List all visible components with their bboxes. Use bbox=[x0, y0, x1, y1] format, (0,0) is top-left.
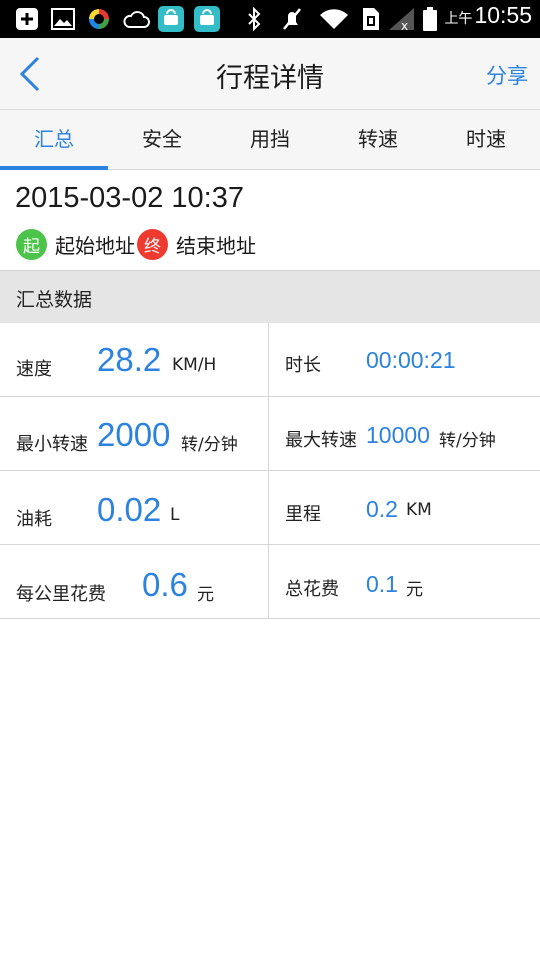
colorful-app-icon bbox=[86, 6, 112, 32]
tab-safety[interactable]: 安全 bbox=[108, 110, 216, 169]
tab-gear[interactable]: 用挡 bbox=[216, 110, 324, 169]
stat-label: 油耗 bbox=[16, 509, 52, 530]
stat-value: 10000 bbox=[366, 422, 430, 448]
add-box-icon bbox=[14, 6, 40, 32]
stat-cell-speed: 速度 28.2 KM/H bbox=[0, 323, 269, 396]
stat-cell-duration: 时长 00:00:21 bbox=[269, 323, 540, 396]
stat-label: 时长 bbox=[285, 355, 321, 376]
tab-rpm[interactable]: 转速 bbox=[324, 110, 432, 169]
tab-summary[interactable]: 汇总 bbox=[0, 110, 108, 170]
section-title: 汇总数据 bbox=[16, 289, 93, 311]
sim-icon bbox=[360, 6, 382, 32]
stat-value: 0.1 bbox=[366, 571, 398, 597]
stat-cell-total-cost: 总花费 0.1 元 bbox=[269, 545, 540, 618]
huawei-app-icon bbox=[158, 6, 184, 32]
stat-unit: 元 bbox=[406, 580, 423, 600]
wifi-icon bbox=[318, 6, 350, 32]
image-icon bbox=[50, 6, 76, 32]
summary-section-header: 汇总数据 bbox=[0, 270, 540, 323]
stat-unit: 转/分钟 bbox=[181, 435, 238, 455]
stat-unit: L bbox=[170, 505, 180, 525]
start-badge: 起 bbox=[16, 228, 47, 260]
clock-ampm: 上午 bbox=[444, 11, 473, 27]
stat-label: 总花费 bbox=[285, 579, 339, 600]
bluetooth-icon bbox=[244, 6, 264, 32]
stat-value: 2000 bbox=[97, 416, 171, 453]
title-bar: 行程详情 分享 bbox=[0, 38, 540, 110]
end-address: 结束地址 bbox=[176, 233, 256, 258]
stat-unit: 元 bbox=[197, 585, 214, 605]
stat-value: 0.6 bbox=[142, 566, 188, 603]
stat-value: 0.2 bbox=[366, 496, 398, 522]
trip-info: 2015-03-02 10:37 起 起始地址 终 结束地址 bbox=[0, 170, 540, 270]
stat-cell-mileage: 里程 0.2 KM bbox=[269, 471, 540, 544]
stat-cell-max-rpm: 最大转速 10000 转/分钟 bbox=[269, 397, 540, 470]
stat-cell-cost-per-km: 每公里花费 0.6 元 bbox=[0, 545, 269, 618]
summary-grid: 速度 28.2 KM/H 时长 00:00:21 最小转速 2000 转/分钟 … bbox=[0, 323, 540, 619]
address-row: 起 起始地址 终 结束地址 bbox=[16, 228, 258, 260]
stat-unit: 转/分钟 bbox=[439, 431, 496, 451]
page-title: 行程详情 bbox=[216, 63, 324, 94]
stat-unit: KM/H bbox=[172, 355, 217, 375]
stat-unit: KM bbox=[406, 500, 432, 520]
svg-text:x: x bbox=[401, 19, 408, 31]
stat-label: 里程 bbox=[285, 504, 321, 525]
start-address: 起始地址 bbox=[55, 233, 135, 258]
stat-value: 0.02 bbox=[97, 491, 162, 528]
summary-row: 最小转速 2000 转/分钟 最大转速 10000 转/分钟 bbox=[0, 397, 540, 471]
summary-row: 油耗 0.02 L 里程 0.2 KM bbox=[0, 471, 540, 545]
tab-bar: 汇总 安全 用挡 转速 时速 bbox=[0, 110, 540, 170]
signal-icon: x bbox=[386, 6, 416, 32]
share-button[interactable]: 分享 bbox=[486, 60, 528, 90]
stat-value: 28.2 bbox=[97, 341, 162, 378]
stat-label: 最大转速 bbox=[285, 430, 357, 451]
battery-icon bbox=[420, 6, 440, 32]
stat-cell-min-rpm: 最小转速 2000 转/分钟 bbox=[0, 397, 269, 470]
summary-row: 速度 28.2 KM/H 时长 00:00:21 bbox=[0, 323, 540, 397]
stat-label: 速度 bbox=[16, 359, 52, 380]
tab-speed[interactable]: 时速 bbox=[432, 110, 540, 169]
huawei-app-icon bbox=[194, 6, 220, 32]
status-clock: 上午 10:55 bbox=[444, 2, 532, 36]
cloud-icon bbox=[121, 6, 151, 32]
end-badge: 终 bbox=[137, 228, 168, 260]
status-bar: x 上午 10:55 bbox=[0, 0, 540, 38]
clock-time: 10:55 bbox=[474, 2, 532, 28]
stat-label: 最小转速 bbox=[16, 434, 88, 455]
stat-cell-fuel: 油耗 0.02 L bbox=[0, 471, 269, 544]
trip-datetime: 2015-03-02 10:37 bbox=[15, 182, 244, 214]
stat-label: 每公里花费 bbox=[16, 584, 106, 605]
mute-icon bbox=[280, 6, 304, 32]
summary-row: 每公里花费 0.6 元 总花费 0.1 元 bbox=[0, 545, 540, 619]
stat-value: 00:00:21 bbox=[366, 347, 456, 373]
